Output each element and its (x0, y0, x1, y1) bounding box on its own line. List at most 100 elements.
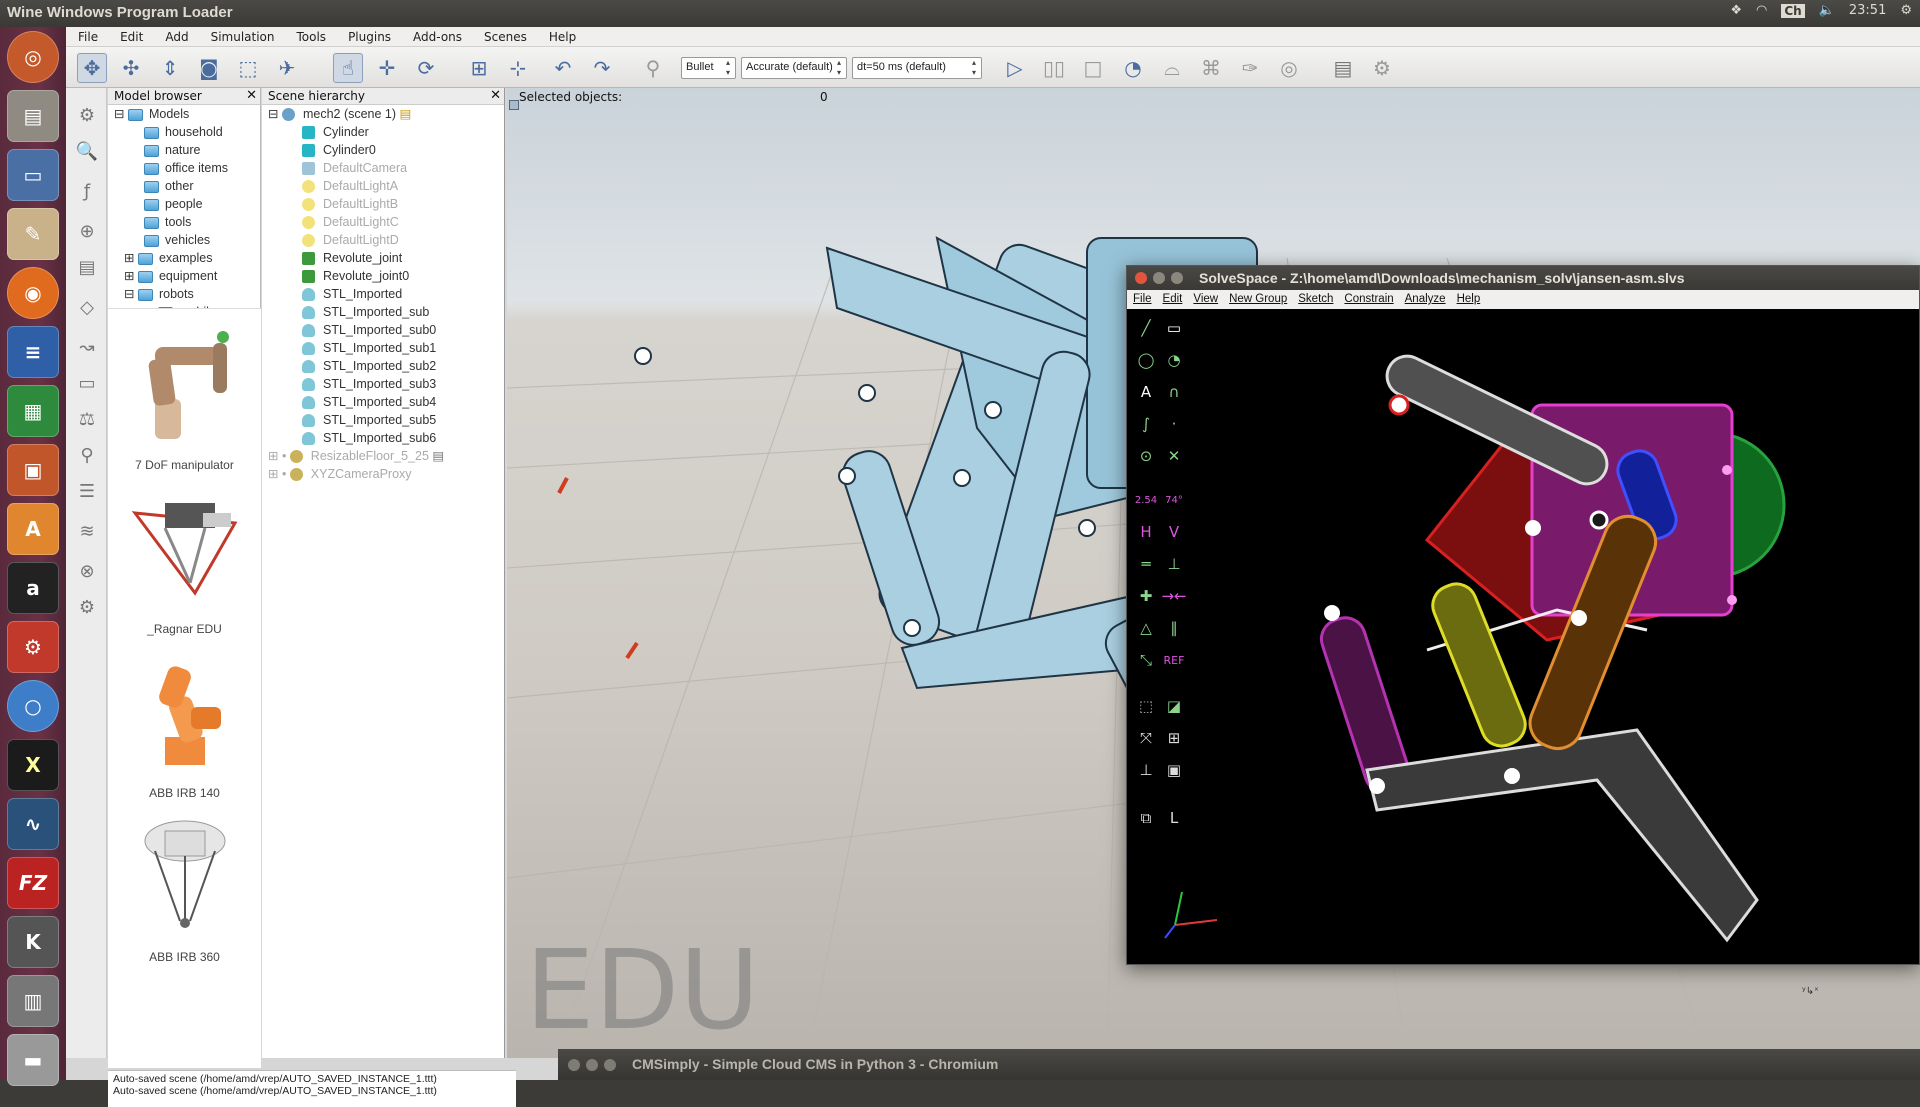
power-icon[interactable]: ⚙ (1900, 3, 1912, 18)
software-center-icon[interactable]: A (7, 503, 59, 555)
filezilla-icon[interactable]: FZ (7, 857, 59, 909)
system-monitor-icon[interactable]: ∿ (7, 798, 59, 850)
paths-icon[interactable]: ↝ (72, 332, 102, 362)
threaded-rendering-icon[interactable]: ✑ (1235, 53, 1265, 83)
menu-addons[interactable]: Add-ons (401, 27, 472, 44)
close-icon[interactable]: ✕ (246, 88, 257, 103)
minimize-window-button[interactable] (586, 1059, 598, 1071)
user-settings-icon[interactable]: ⚙ (72, 592, 102, 622)
realtime-icon[interactable]: ◔ (1118, 53, 1148, 83)
ui-icon[interactable]: ▭ (72, 368, 102, 398)
scene-object[interactable]: STL_Imported_sub0 (262, 321, 504, 339)
dropbox-icon[interactable]: ❖ (1730, 3, 1742, 18)
scene-object[interactable]: Cylinder0 (262, 141, 504, 159)
menu-tools[interactable]: Tools (285, 27, 337, 44)
stop-simulation-icon[interactable]: □ (1078, 53, 1108, 83)
slower-icon[interactable]: ⌓ (1157, 53, 1187, 83)
scene-object[interactable]: STL_Imported_sub5 (262, 411, 504, 429)
scene-object[interactable]: STL_Imported_sub1 (262, 339, 504, 357)
camera-angle-icon[interactable]: ◙ (194, 53, 224, 83)
tree-root-models[interactable]: ⊟ Models (108, 105, 260, 123)
assemble-icon[interactable]: ⊞ (464, 53, 494, 83)
amazon-icon[interactable]: a (7, 562, 59, 614)
ss-menu-edit[interactable]: Edit (1157, 290, 1188, 305)
volume-icon[interactable]: 🔈 (1819, 3, 1835, 18)
trash-icon[interactable]: ▥ (7, 975, 59, 1027)
scene-object[interactable]: STL_Imported (262, 285, 504, 303)
object-shift-icon[interactable]: ✛ (372, 53, 402, 83)
calc-icon[interactable]: ▦ (7, 385, 59, 437)
drive-icon[interactable]: ▬ (7, 1034, 59, 1086)
scene-object[interactable]: DefaultLightA (262, 177, 504, 195)
folder-item[interactable]: other (108, 177, 260, 195)
folder-item[interactable]: household (108, 123, 260, 141)
ss-menu-analyze[interactable]: Analyze (1399, 290, 1451, 305)
scene-root[interactable]: ⊟ mech2 (scene 1) ▤ (262, 105, 504, 123)
click-select-icon[interactable]: ☝ (333, 53, 363, 83)
ss-menu-file[interactable]: File (1127, 290, 1157, 305)
scene-object[interactable]: ⊞ • ResizableFloor_5_25 ▤ (262, 447, 504, 465)
camera-pan-icon[interactable]: ✥ (77, 53, 107, 83)
manipulator-icon[interactable]: ✈ (272, 53, 302, 83)
ss-menu-sketch[interactable]: Sketch (1292, 290, 1338, 305)
computer-icon[interactable]: ▭ (7, 149, 59, 201)
scene-object[interactable]: STL_Imported_sub4 (262, 393, 504, 411)
close-window-button[interactable] (1135, 272, 1147, 284)
start-simulation-icon[interactable]: ▷ (1000, 53, 1030, 83)
fit-to-view-icon[interactable]: ⬚ (233, 53, 263, 83)
writer-icon[interactable]: ≡ (7, 326, 59, 378)
accuracy-select[interactable]: Accurate (default) (741, 57, 847, 79)
folder-item[interactable]: people (108, 195, 260, 213)
scene-object[interactable]: Revolute_joint0 (262, 267, 504, 285)
scene-selector-icon[interactable]: ▤ (1328, 53, 1358, 83)
transfer-dna-icon[interactable]: ⊹ (503, 53, 533, 83)
xterm-icon[interactable]: X (7, 739, 59, 791)
layers-icon[interactable]: ⚖ (72, 404, 102, 434)
text-editor-icon[interactable]: ✎ (7, 208, 59, 260)
scene-object[interactable]: STL_Imported_sub (262, 303, 504, 321)
scene-object[interactable]: Revolute_joint (262, 249, 504, 267)
page-selector-icon[interactable]: ⚙ (1367, 53, 1397, 83)
visualization-icon[interactable]: ◎ (1274, 53, 1304, 83)
redo-icon[interactable]: ↷ (587, 53, 617, 83)
model-thumbnail[interactable]: ABB IRB 360 (108, 811, 261, 964)
faster-icon[interactable]: ⌘ (1196, 53, 1226, 83)
folder-item[interactable]: office items (108, 159, 260, 177)
scene-object[interactable]: STL_Imported_sub3 (262, 375, 504, 393)
ss-menu-view[interactable]: View (1187, 290, 1223, 305)
close-window-button[interactable] (568, 1059, 580, 1071)
folder-item[interactable]: vehicles (108, 231, 260, 249)
object-properties-icon[interactable]: ⚙ (72, 100, 102, 130)
folder-item[interactable]: nature (108, 141, 260, 159)
kdiff-icon[interactable]: K (7, 916, 59, 968)
model-thumbnail[interactable]: _Ragnar EDU (108, 483, 261, 636)
maximize-window-button[interactable] (604, 1059, 616, 1071)
model-thumbnail[interactable]: 7 DoF manipulator (108, 319, 261, 472)
ss-menu-constrain[interactable]: Constrain (1338, 290, 1398, 305)
settings-icon[interactable]: ⚙ (7, 621, 59, 673)
files-icon[interactable]: ▤ (7, 90, 59, 142)
object-rotate-icon[interactable]: ⟳ (411, 53, 441, 83)
menu-file[interactable]: File (66, 27, 108, 44)
scene-object[interactable]: DefaultLightB (262, 195, 504, 213)
model-browser-toggle-icon[interactable]: ⚲ (72, 440, 102, 470)
ss-menu-help[interactable]: Help (1451, 290, 1486, 305)
minimize-window-button[interactable] (1153, 272, 1165, 284)
pause-simulation-icon[interactable]: ▯▯ (1039, 53, 1069, 83)
menu-plugins[interactable]: Plugins (336, 27, 401, 44)
undo-icon[interactable]: ↶ (548, 53, 578, 83)
layers-toggle-icon[interactable]: ≋ (72, 516, 102, 546)
scene-object[interactable]: Cylinder (262, 123, 504, 141)
dynamics-icon[interactable]: ⚲ (638, 53, 668, 83)
folder-item[interactable]: ⊞ examples (108, 249, 260, 267)
firefox-icon[interactable]: ◉ (7, 267, 59, 319)
maximize-window-button[interactable] (1171, 272, 1183, 284)
menu-simulation[interactable]: Simulation (199, 27, 285, 44)
scene-object[interactable]: DefaultCamera (262, 159, 504, 177)
scene-object[interactable]: DefaultLightD (262, 231, 504, 249)
ubuntu-dash-icon[interactable]: ◎ (7, 31, 59, 83)
model-thumbnail[interactable]: ABB IRB 140 (108, 647, 261, 800)
scene-object[interactable]: ⊞ • XYZCameraProxy (262, 465, 504, 483)
folder-item[interactable]: tools (108, 213, 260, 231)
clock[interactable]: 23:51 (1849, 3, 1886, 18)
